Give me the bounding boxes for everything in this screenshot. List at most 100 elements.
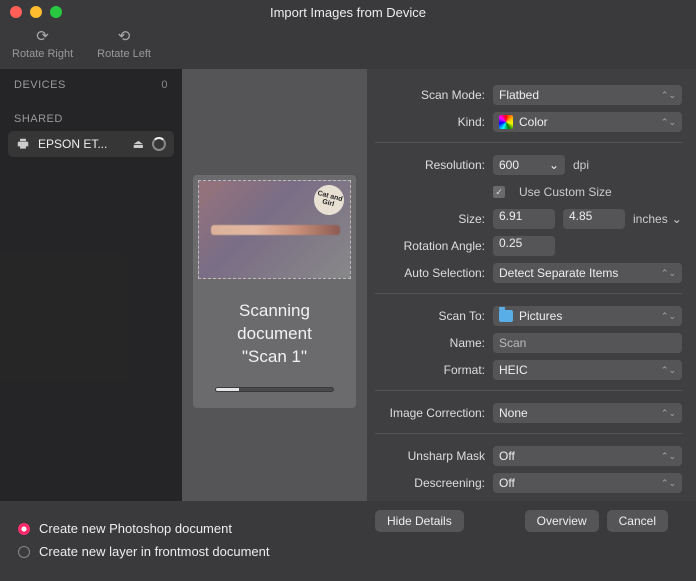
radio-label-2: Create new layer in frontmost document bbox=[39, 544, 270, 559]
name-input[interactable]: Scan bbox=[493, 333, 682, 353]
progress-fill bbox=[216, 388, 239, 391]
spacer bbox=[472, 510, 517, 532]
auto-selection-label: Auto Selection: bbox=[375, 266, 485, 280]
chevron-down-icon: ⌃⌄ bbox=[661, 409, 676, 418]
name-label: Name: bbox=[375, 336, 485, 350]
separator bbox=[375, 293, 682, 294]
separator bbox=[375, 433, 682, 434]
scan-to-value: Pictures bbox=[519, 309, 562, 323]
close-icon[interactable] bbox=[10, 6, 22, 18]
preview-column: Cat and Girl Scanning document "Scan 1" bbox=[182, 69, 367, 501]
rotate-left-label: Rotate Left bbox=[97, 48, 151, 60]
auto-selection-select[interactable]: Detect Separate Items ⌃⌄ bbox=[493, 263, 682, 283]
resolution-select[interactable]: 600 ⌄ bbox=[493, 155, 565, 175]
resolution-value: 600 bbox=[499, 158, 519, 172]
scan-preview-image[interactable]: Cat and Girl bbox=[198, 180, 351, 279]
auto-selection-value: Detect Separate Items bbox=[499, 266, 618, 280]
scan-status-line2: document bbox=[201, 323, 348, 346]
size-unit: inches bbox=[633, 212, 668, 226]
rotate-left-icon: ⟲ bbox=[114, 26, 134, 46]
format-select[interactable]: HEIC ⌃⌄ bbox=[493, 360, 682, 380]
size-label: Size: bbox=[375, 212, 485, 226]
chevron-down-icon: ⌄ bbox=[672, 212, 682, 226]
rotation-label: Rotation Angle: bbox=[375, 239, 485, 253]
radio-label-1: Create new Photoshop document bbox=[39, 521, 232, 536]
scan-mode-select[interactable]: Flatbed ⌃⌄ bbox=[493, 85, 682, 105]
preview-card: Cat and Girl Scanning document "Scan 1" bbox=[193, 175, 356, 408]
chevron-down-icon: ⌃⌄ bbox=[661, 312, 676, 321]
chevron-down-icon: ⌃⌄ bbox=[661, 366, 676, 375]
progress-bar bbox=[215, 387, 334, 392]
devices-label: DEVICES bbox=[14, 79, 66, 91]
eject-icon[interactable]: ⏏ bbox=[133, 137, 144, 151]
scan-to-select[interactable]: Pictures ⌃⌄ bbox=[493, 306, 682, 326]
sidebar: DEVICES 0 SHARED EPSON ET... ⏏ bbox=[0, 69, 182, 501]
unsharp-mask-value: Off bbox=[499, 449, 515, 463]
descreening-label: Descreening: bbox=[375, 476, 485, 490]
resolution-label: Resolution: bbox=[375, 158, 485, 172]
rotate-right-label: Rotate Right bbox=[12, 48, 73, 60]
image-correction-value: None bbox=[499, 406, 528, 420]
scan-mode-value: Flatbed bbox=[499, 88, 539, 102]
chevron-down-icon: ⌃⌄ bbox=[661, 479, 676, 488]
devices-count: 0 bbox=[161, 79, 168, 91]
rotate-right-icon: ⟳ bbox=[33, 26, 53, 46]
radio-on-icon bbox=[18, 523, 30, 535]
image-correction-select[interactable]: None ⌃⌄ bbox=[493, 403, 682, 423]
overview-button[interactable]: Overview bbox=[525, 510, 599, 532]
image-correction-label: Image Correction: bbox=[375, 406, 485, 420]
minimize-icon[interactable] bbox=[30, 6, 42, 18]
main-area: DEVICES 0 SHARED EPSON ET... ⏏ Cat and G… bbox=[0, 69, 696, 501]
titlebar: Import Images from Device bbox=[0, 0, 696, 24]
rotate-left-button[interactable]: ⟲ Rotate Left bbox=[97, 26, 151, 60]
scan-status-line3: "Scan 1" bbox=[201, 346, 348, 369]
shared-label: SHARED bbox=[14, 113, 63, 125]
sidebar-item-device[interactable]: EPSON ET... ⏏ bbox=[8, 131, 174, 157]
size-units-select[interactable]: inches ⌄ bbox=[633, 212, 682, 226]
resolution-unit: dpi bbox=[573, 158, 589, 172]
unsharp-mask-select[interactable]: Off ⌃⌄ bbox=[493, 446, 682, 466]
rotate-right-button[interactable]: ⟳ Rotate Right bbox=[12, 26, 73, 60]
window-controls bbox=[10, 0, 62, 24]
radio-new-layer-frontmost[interactable]: Create new layer in frontmost document bbox=[18, 544, 678, 559]
rotation-input[interactable]: 0.25 bbox=[493, 236, 555, 256]
chevron-down-icon: ⌃⌄ bbox=[661, 452, 676, 461]
separator bbox=[375, 142, 682, 143]
toolbar: ⟳ Rotate Right ⟲ Rotate Left bbox=[0, 24, 696, 69]
hide-details-button[interactable]: Hide Details bbox=[375, 510, 464, 532]
unsharp-mask-label: Unsharp Mask bbox=[375, 449, 485, 463]
format-label: Format: bbox=[375, 363, 485, 377]
chevron-down-icon: ⌃⌄ bbox=[661, 269, 676, 278]
color-swatch-icon bbox=[499, 115, 513, 129]
descreening-value: Off bbox=[499, 476, 515, 490]
preview-badge: Cat and Girl bbox=[311, 182, 348, 219]
radio-off-icon bbox=[18, 546, 30, 558]
size-height-input[interactable]: 4.85 bbox=[563, 209, 625, 229]
use-custom-size-label: Use Custom Size bbox=[519, 185, 612, 199]
printer-icon bbox=[16, 137, 30, 151]
descreening-select[interactable]: Off ⌃⌄ bbox=[493, 473, 682, 493]
shared-header: SHARED bbox=[8, 109, 174, 127]
window-title: Import Images from Device bbox=[270, 5, 426, 20]
chevron-down-icon: ⌃⌄ bbox=[661, 91, 676, 100]
controls-pane: Scan Mode: Flatbed ⌃⌄ Kind: Color ⌃⌄ Res… bbox=[367, 69, 696, 501]
format-value: HEIC bbox=[499, 363, 528, 377]
chevron-down-icon: ⌄ bbox=[549, 158, 559, 172]
zoom-icon[interactable] bbox=[50, 6, 62, 18]
scan-mode-label: Scan Mode: bbox=[375, 88, 485, 102]
scan-to-label: Scan To: bbox=[375, 309, 485, 323]
device-name: EPSON ET... bbox=[38, 137, 125, 151]
kind-select[interactable]: Color ⌃⌄ bbox=[493, 112, 682, 132]
progress-wrap bbox=[193, 387, 356, 408]
chevron-down-icon: ⌃⌄ bbox=[661, 118, 676, 127]
scan-status: Scanning document "Scan 1" bbox=[193, 284, 356, 387]
button-row: Hide Details Overview Cancel bbox=[375, 500, 682, 532]
scan-status-line1: Scanning bbox=[201, 300, 348, 323]
folder-icon bbox=[499, 310, 513, 322]
use-custom-size-checkbox[interactable]: ✓ bbox=[493, 186, 505, 198]
cancel-button[interactable]: Cancel bbox=[607, 510, 668, 532]
size-width-input[interactable]: 6.91 bbox=[493, 209, 555, 229]
spinner-icon bbox=[152, 137, 166, 151]
kind-label: Kind: bbox=[375, 115, 485, 129]
kind-value: Color bbox=[519, 115, 548, 129]
